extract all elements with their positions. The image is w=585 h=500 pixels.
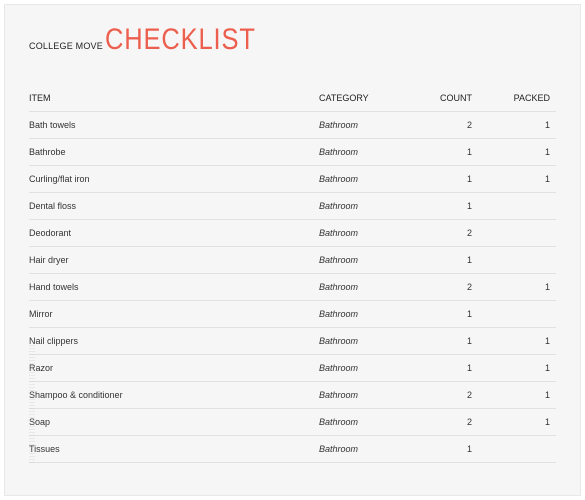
cell-count: 2	[414, 228, 484, 238]
cell-category: Bathroom	[319, 309, 414, 319]
table-row: Dental flossBathroom1	[29, 193, 556, 220]
header-count: COUNT	[414, 93, 484, 103]
cell-item: Hand towels	[29, 282, 319, 292]
table-row: Bath towelsBathroom21	[29, 112, 556, 139]
cell-packed: 1	[484, 120, 556, 130]
title-row: COLLEGE MOVE CHECKLIST	[29, 23, 556, 57]
table-row: Shampoo & conditionerBathroom21	[29, 382, 556, 409]
page-subtitle: COLLEGE MOVE	[29, 41, 103, 51]
cell-item: Mirror	[29, 309, 319, 319]
cell-count: 1	[414, 444, 484, 454]
table-body: Bath towelsBathroom21BathrobeBathroom11C…	[29, 112, 556, 463]
cell-packed: 1	[484, 174, 556, 184]
cell-category: Bathroom	[319, 201, 414, 211]
cell-count: 1	[414, 363, 484, 373]
cell-item: Dental floss	[29, 201, 319, 211]
cell-count: 2	[414, 282, 484, 292]
table-row: SoapBathroom21	[29, 409, 556, 436]
cell-count: 1	[414, 201, 484, 211]
cell-packed: 1	[484, 147, 556, 157]
table-header: ITEM CATEGORY COUNT PACKED	[29, 85, 556, 112]
cell-count: 2	[414, 120, 484, 130]
table-row: Nail clippersBathroom11	[29, 328, 556, 355]
cell-category: Bathroom	[319, 282, 414, 292]
header-packed: PACKED	[484, 93, 556, 103]
cell-count: 1	[414, 309, 484, 319]
table-row: Hair dryerBathroom1	[29, 247, 556, 274]
cell-item: Bath towels	[29, 120, 319, 130]
cell-item: Curling/flat iron	[29, 174, 319, 184]
cell-category: Bathroom	[319, 363, 414, 373]
cell-category: Bathroom	[319, 417, 414, 427]
cell-item: Tissues	[29, 444, 319, 454]
cell-category: Bathroom	[319, 336, 414, 346]
cell-count: 2	[414, 390, 484, 400]
table-row: DeodorantBathroom2	[29, 220, 556, 247]
table-row: BathrobeBathroom11	[29, 139, 556, 166]
cell-count: 1	[414, 147, 484, 157]
table-row: MirrorBathroom1	[29, 301, 556, 328]
page-title: CHECKLIST	[105, 23, 256, 57]
table-row: TissuesBathroom1	[29, 436, 556, 463]
checklist-page: COLLEGE MOVE CHECKLIST ITEM CATEGORY COU…	[4, 4, 581, 496]
cell-category: Bathroom	[319, 255, 414, 265]
cell-item: Deodorant	[29, 228, 319, 238]
header-category: CATEGORY	[319, 93, 414, 103]
cell-packed: 1	[484, 390, 556, 400]
cell-count: 1	[414, 336, 484, 346]
cell-item: Nail clippers	[29, 336, 319, 346]
cell-packed: 1	[484, 417, 556, 427]
cell-count: 2	[414, 417, 484, 427]
cell-item: Razor	[29, 363, 319, 373]
cell-item: Shampoo & conditioner	[29, 390, 319, 400]
cell-category: Bathroom	[319, 120, 414, 130]
cell-packed: 1	[484, 282, 556, 292]
cell-category: Bathroom	[319, 390, 414, 400]
cell-category: Bathroom	[319, 444, 414, 454]
cell-item: Bathrobe	[29, 147, 319, 157]
table-row: Curling/flat ironBathroom11	[29, 166, 556, 193]
cell-category: Bathroom	[319, 147, 414, 157]
table-row: RazorBathroom11	[29, 355, 556, 382]
cell-item: Hair dryer	[29, 255, 319, 265]
cell-category: Bathroom	[319, 174, 414, 184]
cell-item: Soap	[29, 417, 319, 427]
table-row: Hand towelsBathroom21	[29, 274, 556, 301]
cell-packed: 1	[484, 336, 556, 346]
cell-count: 1	[414, 255, 484, 265]
cell-count: 1	[414, 174, 484, 184]
header-item: ITEM	[29, 93, 319, 103]
cell-category: Bathroom	[319, 228, 414, 238]
cell-packed: 1	[484, 363, 556, 373]
